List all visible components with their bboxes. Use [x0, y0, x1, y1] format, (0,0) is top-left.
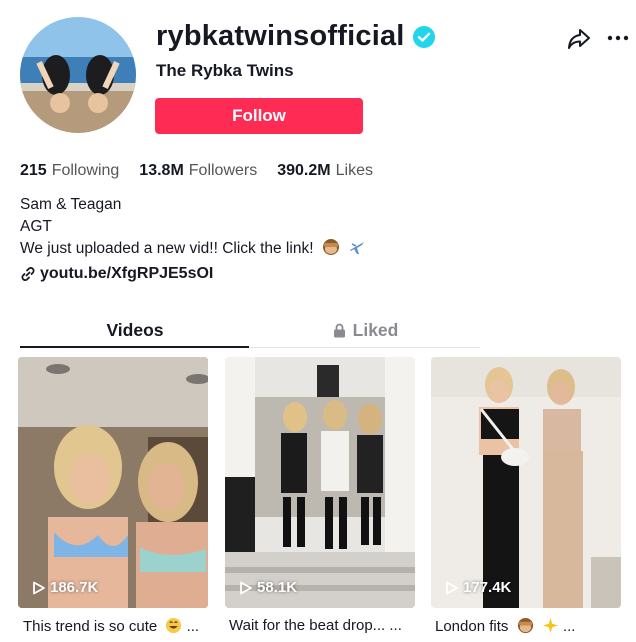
- video-views-count: 58.1K: [257, 579, 298, 596]
- video-card[interactable]: 186.7K: [18, 357, 208, 608]
- video-views-count: 177.4K: [463, 579, 512, 596]
- lock-icon: [333, 323, 345, 337]
- video-caption-text: London fits: [435, 618, 509, 635]
- bio-line-text: We just uploaded a new vid!! Click the l…: [20, 240, 314, 257]
- video-caption-suffix: ...: [562, 618, 576, 635]
- tab-videos[interactable]: Videos: [20, 312, 250, 348]
- bio-line: Sam & Teagan: [20, 196, 122, 213]
- tab-liked-label: Liked: [352, 320, 399, 340]
- follow-button[interactable]: Follow: [155, 98, 363, 134]
- video-views: 186.7K: [32, 579, 98, 596]
- video-views: 58.1K: [239, 579, 297, 596]
- profile-avatar[interactable]: [20, 17, 136, 133]
- profile-tabs: Videos Liked: [20, 312, 480, 348]
- play-icon: [240, 581, 252, 594]
- verified-badge-icon: [412, 25, 435, 48]
- profile-nickname: The Rybka Twins: [156, 61, 294, 80]
- profile-stats: 215 Following 13.8M Followers 390.2M Likes: [20, 162, 373, 180]
- video-caption[interactable]: This trend is so cute ...: [23, 617, 213, 635]
- following-count: 215: [20, 162, 47, 179]
- followers-stat[interactable]: 13.8M Followers: [139, 162, 257, 180]
- profile-bio: Sam & Teagan AGT We just uploaded a new …: [20, 194, 366, 260]
- share-icon[interactable]: [566, 26, 592, 52]
- bio-line: We just uploaded a new vid!! Click the l…: [20, 238, 366, 260]
- username-text: rybkatwinsofficial: [156, 20, 405, 52]
- profile-link[interactable]: youtu.be/XfgRPJE5sOI: [20, 265, 213, 283]
- video-views: 177.4K: [445, 579, 511, 596]
- more-options-icon[interactable]: [606, 28, 630, 48]
- see-no-evil-monkey-icon: [322, 239, 339, 255]
- profile-link-text: youtu.be/XfgRPJE5sOI: [40, 265, 214, 282]
- followers-label: Followers: [188, 162, 258, 179]
- tab-videos-label: Videos: [106, 320, 164, 340]
- video-caption-text: Wait for the beat drop... ...: [229, 617, 402, 634]
- following-label: Following: [51, 162, 120, 179]
- avatar-image: [20, 17, 136, 133]
- video-views-count: 186.7K: [50, 579, 99, 596]
- play-icon: [33, 581, 45, 594]
- video-thumbnail: [18, 357, 208, 608]
- play-icon: [446, 581, 458, 594]
- video-card[interactable]: 177.4K: [431, 357, 621, 608]
- airplane-icon: [350, 242, 365, 254]
- likes-label: Likes: [335, 162, 373, 179]
- sparkles-icon: [542, 617, 558, 634]
- video-card[interactable]: 58.1K: [225, 357, 415, 608]
- video-caption[interactable]: London fits ...: [435, 617, 625, 635]
- video-caption-text: This trend is so cute: [23, 618, 158, 635]
- likes-count: 390.2M: [277, 162, 331, 179]
- profile-username: rybkatwinsofficial: [156, 20, 435, 53]
- link-icon: [21, 267, 35, 281]
- bio-line: AGT: [20, 218, 52, 235]
- video-caption[interactable]: Wait for the beat drop... ...: [229, 617, 419, 634]
- grinning-face-icon: [166, 617, 182, 634]
- followers-count: 13.8M: [139, 162, 184, 179]
- see-no-evil-monkey-icon: [517, 617, 533, 634]
- video-caption-suffix: ...: [186, 618, 200, 635]
- video-thumbnail: [431, 357, 621, 608]
- following-stat[interactable]: 215 Following: [20, 162, 119, 180]
- likes-stat: 390.2M Likes: [277, 162, 373, 180]
- tab-liked[interactable]: Liked: [250, 312, 480, 348]
- active-tab-indicator: [20, 346, 249, 348]
- video-thumbnail: [225, 357, 415, 608]
